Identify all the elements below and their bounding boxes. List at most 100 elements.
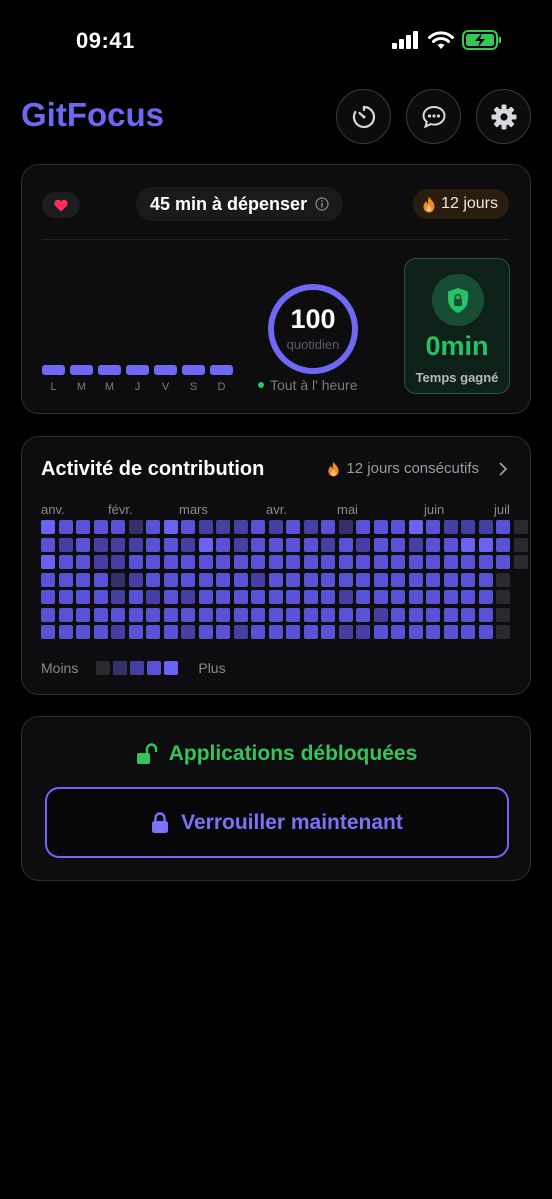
contribution-cell[interactable] xyxy=(268,555,283,569)
contribution-cell[interactable] xyxy=(93,520,108,534)
contribution-cell[interactable] xyxy=(198,625,213,639)
contribution-cell[interactable] xyxy=(268,537,283,552)
contribution-cell[interactable] xyxy=(76,607,90,622)
contribution-cell[interactable] xyxy=(198,572,213,587)
contribution-cell[interactable] xyxy=(286,537,300,552)
contribution-cell[interactable] xyxy=(478,590,493,604)
contribution-cell[interactable] xyxy=(303,520,318,534)
contribution-cell[interactable] xyxy=(146,590,160,604)
contribution-cell[interactable] xyxy=(128,607,143,622)
contribution-cell[interactable] xyxy=(478,572,493,587)
contribution-cell[interactable] xyxy=(216,572,230,587)
contribution-cell[interactable] xyxy=(356,607,370,622)
contribution-cell[interactable] xyxy=(408,537,423,552)
contribution-cell[interactable] xyxy=(408,572,423,587)
contribution-cell[interactable] xyxy=(233,590,248,604)
contribution-cell[interactable] xyxy=(163,607,178,622)
contribution-cell[interactable] xyxy=(286,572,300,587)
contribution-cell[interactable] xyxy=(128,572,143,587)
contribution-cell[interactable] xyxy=(41,537,55,552)
contribution-cell[interactable] xyxy=(146,572,160,587)
contribution-cell[interactable] xyxy=(198,607,213,622)
contribution-cell[interactable] xyxy=(408,555,423,569)
contribution-cell[interactable] xyxy=(111,555,125,569)
contribution-cell[interactable] xyxy=(356,555,370,569)
contribution-card[interactable]: Activité de contribution 12 jours conséc… xyxy=(21,436,531,695)
contribution-cell[interactable] xyxy=(163,625,178,639)
contribution-cell[interactable] xyxy=(146,625,160,639)
contribution-cell[interactable] xyxy=(76,572,90,587)
contribution-cell[interactable] xyxy=(338,572,353,587)
contribution-cell[interactable] xyxy=(338,520,353,534)
contribution-cell[interactable] xyxy=(128,590,143,604)
contribution-cell[interactable] xyxy=(216,537,230,552)
contribution-cell[interactable] xyxy=(391,537,405,552)
contribution-cell[interactable] xyxy=(303,555,318,569)
contribution-cell[interactable] xyxy=(443,555,458,569)
contribution-cell[interactable] xyxy=(216,625,230,639)
contribution-cell[interactable] xyxy=(391,520,405,534)
contribution-cell[interactable] xyxy=(338,590,353,604)
contribution-cell[interactable] xyxy=(443,572,458,587)
contribution-cell[interactable] xyxy=(268,590,283,604)
contribution-cell[interactable] xyxy=(216,555,230,569)
streak-pill[interactable]: 12 jours xyxy=(413,189,509,219)
contribution-cell[interactable] xyxy=(321,572,335,587)
contribution-cell[interactable] xyxy=(146,537,160,552)
contribution-cell[interactable] xyxy=(268,572,283,587)
contribution-cell[interactable] xyxy=(461,520,475,534)
contribution-cell[interactable] xyxy=(198,537,213,552)
contribution-cell[interactable] xyxy=(408,625,423,639)
contribution-cell[interactable] xyxy=(321,590,335,604)
contribution-cell[interactable] xyxy=(58,537,73,552)
contribution-cell[interactable] xyxy=(216,607,230,622)
contribution-cell[interactable] xyxy=(163,555,178,569)
time-budget-pill[interactable]: 45 min à dépenser xyxy=(136,187,344,221)
contribution-cell[interactable] xyxy=(251,572,265,587)
contribution-cell[interactable] xyxy=(93,625,108,639)
contribution-cell[interactable] xyxy=(426,625,440,639)
contribution-cell[interactable] xyxy=(356,520,370,534)
contribution-cell[interactable] xyxy=(303,625,318,639)
contribution-cell[interactable] xyxy=(128,537,143,552)
contribution-cell[interactable] xyxy=(373,555,388,569)
contribution-cell[interactable] xyxy=(233,555,248,569)
contribution-cell[interactable] xyxy=(303,607,318,622)
contribution-cell[interactable] xyxy=(478,520,493,534)
contribution-cell[interactable] xyxy=(128,555,143,569)
contribution-cell[interactable] xyxy=(496,572,510,587)
lock-now-button[interactable]: Verrouiller maintenant xyxy=(45,787,509,858)
contribution-cell[interactable] xyxy=(286,520,300,534)
contribution-cell[interactable] xyxy=(426,537,440,552)
contribution-cell[interactable] xyxy=(111,590,125,604)
contribution-cell[interactable] xyxy=(93,607,108,622)
contribution-cell[interactable] xyxy=(76,625,90,639)
contribution-cell[interactable] xyxy=(373,537,388,552)
contribution-cell[interactable] xyxy=(391,555,405,569)
contribution-cell[interactable] xyxy=(93,555,108,569)
contribution-cell[interactable] xyxy=(408,520,423,534)
contribution-cell[interactable] xyxy=(216,520,230,534)
contribution-cell[interactable] xyxy=(286,607,300,622)
contribution-cell[interactable] xyxy=(181,590,195,604)
contribution-cell[interactable] xyxy=(443,625,458,639)
contribution-cell[interactable] xyxy=(58,607,73,622)
contribution-cell[interactable] xyxy=(443,607,458,622)
contribution-cell[interactable] xyxy=(408,607,423,622)
contribution-cell[interactable] xyxy=(251,607,265,622)
contribution-cell[interactable] xyxy=(426,607,440,622)
contribution-cell[interactable] xyxy=(251,625,265,639)
contribution-cell[interactable] xyxy=(443,537,458,552)
contribution-cell[interactable] xyxy=(373,607,388,622)
contribution-cell[interactable] xyxy=(461,590,475,604)
contribution-cell[interactable] xyxy=(391,607,405,622)
contribution-cell[interactable] xyxy=(356,625,370,639)
contribution-cell[interactable] xyxy=(181,625,195,639)
contribution-cell[interactable] xyxy=(233,572,248,587)
contribution-cell[interactable] xyxy=(198,555,213,569)
contribution-cell[interactable] xyxy=(58,520,73,534)
contribution-cell[interactable] xyxy=(41,607,55,622)
contribution-cell[interactable] xyxy=(198,590,213,604)
contribution-cell[interactable] xyxy=(513,555,528,569)
contribution-cell[interactable] xyxy=(163,537,178,552)
